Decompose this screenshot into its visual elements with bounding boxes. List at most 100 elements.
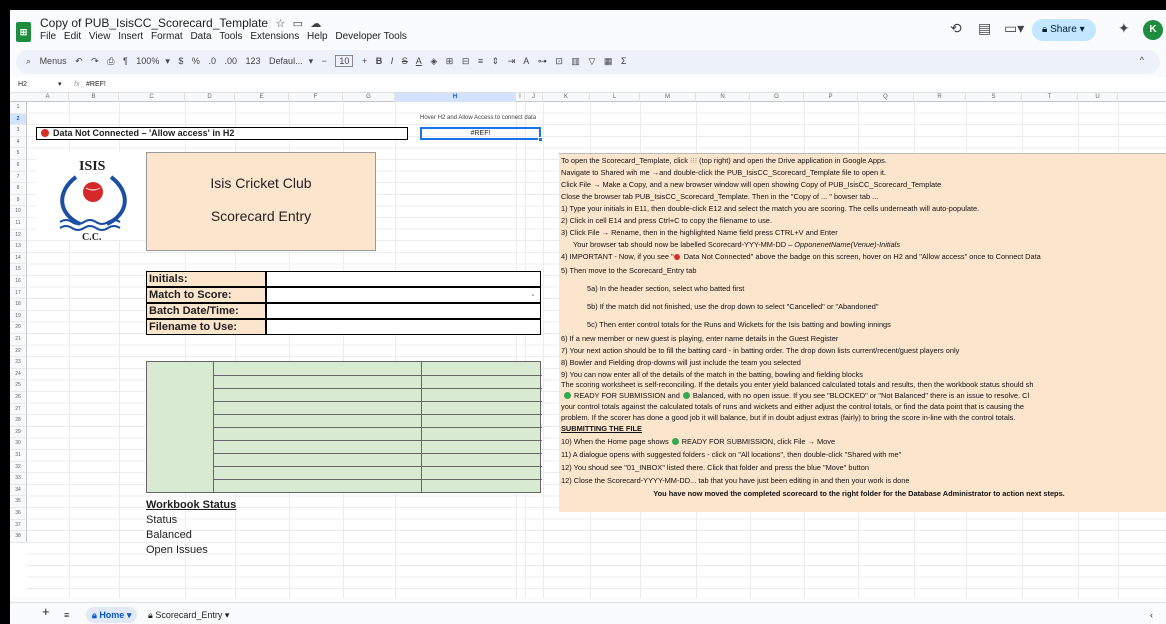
column-header[interactable]: P — [804, 93, 858, 102]
row-header[interactable]: 13 — [10, 241, 27, 253]
italic-button[interactable]: I — [391, 56, 394, 66]
column-header[interactable]: J — [525, 93, 543, 102]
fill-handle[interactable] — [538, 137, 543, 142]
collapse-sidebar-icon[interactable]: ‹ — [1144, 607, 1159, 623]
filter-icon[interactable]: ▽ — [588, 56, 595, 66]
chevron-down-icon[interactable]: ⌄ — [530, 290, 536, 298]
column-header[interactable]: S — [966, 93, 1022, 102]
font-size-input[interactable]: 10 — [335, 55, 354, 67]
comments-icon[interactable]: ▤ — [978, 20, 991, 37]
formula-input[interactable]: #REF! — [86, 77, 106, 93]
column-header[interactable]: T — [1022, 93, 1078, 102]
column-header[interactable]: H — [395, 93, 516, 102]
column-header[interactable]: I — [516, 93, 525, 102]
row-header[interactable]: 32 — [10, 461, 27, 474]
chart-icon[interactable]: ▥ — [571, 56, 580, 66]
menu-help[interactable]: Help — [307, 31, 328, 42]
font-select[interactable]: Defaul... — [269, 56, 303, 66]
row-header[interactable]: 34 — [10, 484, 27, 497]
paint-format-icon[interactable]: ¶ — [123, 56, 128, 66]
row-header[interactable]: 3 — [10, 125, 27, 137]
menu-tools[interactable]: Tools — [219, 31, 242, 42]
menu-view[interactable]: View — [89, 31, 111, 42]
row-header[interactable]: 25 — [10, 380, 27, 392]
row-header[interactable]: 2 — [10, 113, 27, 126]
column-header[interactable]: Q — [858, 93, 914, 102]
avatar[interactable]: K — [1143, 20, 1163, 40]
valign-icon[interactable]: ⇕ — [492, 56, 500, 66]
row-header[interactable]: 28 — [10, 415, 27, 427]
row-header[interactable]: 20 — [10, 322, 27, 334]
filename-to-use-value[interactable] — [266, 319, 541, 335]
merge-icon[interactable]: ⊟ — [462, 56, 470, 66]
undo-icon[interactable]: ↶ — [75, 56, 83, 66]
comment-icon[interactable]: ⊡ — [555, 56, 563, 66]
menu-extensions[interactable]: Extensions — [250, 31, 299, 42]
menus-button[interactable]: Menus — [40, 56, 67, 66]
tab-scorecard-entry[interactable]: 🔒︎ Scorecard_Entry ▾ — [142, 607, 235, 623]
all-sheets-icon[interactable]: ≡ — [58, 607, 75, 623]
functions-button[interactable]: Σ — [621, 56, 627, 66]
row-header[interactable]: 11 — [10, 218, 27, 230]
decrease-decimal-button[interactable]: .0 — [208, 56, 216, 66]
currency-button[interactable]: $ — [178, 56, 183, 66]
row-header[interactable]: 35 — [10, 496, 27, 508]
menu-format[interactable]: Format — [151, 31, 183, 42]
zoom-select[interactable]: 100% — [136, 56, 159, 66]
match-to-score-select[interactable]: ⌄ — [266, 287, 541, 303]
text-color-button[interactable]: A — [416, 56, 422, 66]
row-header[interactable]: 21 — [10, 334, 27, 346]
add-sheet-icon[interactable]: + — [36, 604, 56, 620]
sheets-logo-icon[interactable]: ⊞ — [16, 22, 31, 42]
star-icon[interactable]: ☆ — [275, 18, 285, 30]
row-header[interactable]: 22 — [10, 345, 27, 358]
column-header[interactable]: A — [27, 93, 69, 102]
row-header[interactable]: 14 — [10, 252, 27, 265]
column-header[interactable]: U — [1078, 93, 1118, 102]
row-header[interactable]: 1 — [10, 102, 27, 114]
link-icon[interactable]: ⊶ — [538, 56, 547, 66]
rotate-icon[interactable]: A — [523, 56, 529, 66]
row-header[interactable]: 18 — [10, 299, 27, 311]
search-icon[interactable]: ⌕ — [26, 56, 31, 66]
row-header[interactable]: 23 — [10, 357, 27, 369]
name-box[interactable]: H2 — [18, 77, 27, 93]
print-icon[interactable]: ⎙ — [107, 56, 114, 66]
spreadsheet-grid[interactable]: ABCDEFGHIJKLMNOPQRSTU 1 2 3 4 5 6 7 8 9 10 11 12 13 1… — [10, 93, 1166, 598]
cloud-status-icon[interactable]: ☁ — [310, 18, 321, 30]
menu-edit[interactable]: Edit — [64, 31, 81, 42]
row-header[interactable]: 15 — [10, 264, 27, 276]
align-icon[interactable]: ≡ — [478, 56, 483, 66]
percent-button[interactable]: % — [192, 56, 200, 66]
column-header[interactable]: M — [640, 93, 696, 102]
row-header[interactable]: 31 — [10, 450, 27, 462]
column-header[interactable]: N — [696, 93, 750, 102]
column-header[interactable]: R — [914, 93, 966, 102]
column-header[interactable]: L — [590, 93, 640, 102]
row-header[interactable]: 5 — [10, 148, 27, 160]
row-header[interactable]: 16 — [10, 276, 27, 288]
row-header[interactable]: 19 — [10, 310, 27, 323]
row-header[interactable]: 30 — [10, 438, 27, 450]
row-header[interactable]: 8 — [10, 183, 27, 195]
row-header[interactable]: 6 — [10, 160, 27, 172]
column-header[interactable]: B — [69, 93, 119, 102]
row-header[interactable]: 7 — [10, 171, 27, 184]
menu-insert[interactable]: Insert — [118, 31, 143, 42]
move-folder-icon[interactable]: ▭ — [293, 18, 303, 30]
menu-file[interactable]: File — [40, 31, 56, 42]
font-size-decrease[interactable]: − — [322, 56, 327, 66]
row-header[interactable]: 9 — [10, 194, 27, 207]
chevron-down-icon[interactable]: ▾ — [58, 77, 62, 93]
column-header[interactable]: O — [750, 93, 804, 102]
borders-icon[interactable]: ⊞ — [446, 56, 454, 66]
row-header[interactable]: 24 — [10, 368, 27, 381]
font-size-increase[interactable]: + — [362, 56, 367, 66]
row-header[interactable]: 4 — [10, 136, 27, 149]
row-header[interactable]: 33 — [10, 473, 27, 485]
connection-status-banner[interactable]: Data Not Connected – 'Allow access' in H… — [36, 127, 408, 140]
batch-date-time-value[interactable] — [266, 303, 541, 319]
redo-icon[interactable]: ↷ — [91, 56, 99, 66]
tab-home[interactable]: 🔒︎ Home ▾ — [86, 607, 138, 623]
column-header[interactable]: K — [543, 93, 590, 102]
